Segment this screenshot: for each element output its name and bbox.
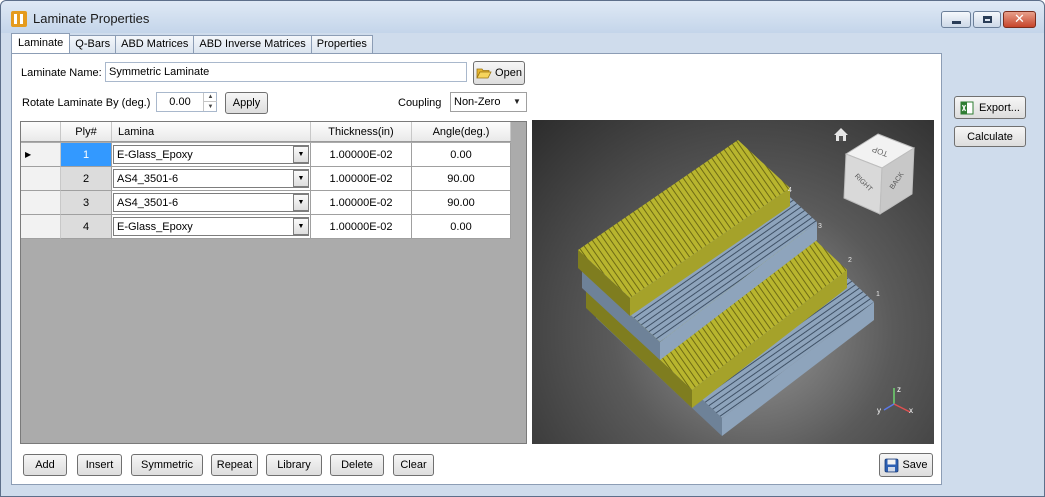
clear-button[interactable]: Clear bbox=[393, 454, 434, 476]
chevron-down-icon[interactable]: ▼ bbox=[293, 218, 309, 235]
laminate-name-label: Laminate Name: bbox=[21, 67, 102, 79]
tab-q-bars[interactable]: Q-Bars bbox=[69, 35, 117, 53]
delete-button[interactable]: Delete bbox=[330, 454, 384, 476]
minimize-icon bbox=[951, 20, 961, 24]
floppy-disk-icon bbox=[885, 458, 899, 472]
laminate-properties-window: Laminate Properties ✕ Laminate Q-Bars AB… bbox=[0, 0, 1045, 497]
add-button[interactable]: Add bbox=[23, 454, 67, 476]
ply-label-4: 4 bbox=[788, 187, 792, 194]
open-button-label: Open bbox=[495, 67, 522, 79]
axis-x-label: x bbox=[909, 406, 913, 415]
current-row-icon: ▶ bbox=[25, 150, 32, 159]
close-icon: ✕ bbox=[1014, 12, 1025, 27]
lamina-cell[interactable]: E-Glass_Epoxy ▼ bbox=[112, 143, 311, 167]
ply-label-3: 3 bbox=[818, 223, 822, 230]
calculate-button[interactable]: Calculate bbox=[954, 126, 1026, 147]
tab-abd-matrices[interactable]: ABD Matrices bbox=[115, 35, 195, 53]
app-icon bbox=[11, 11, 27, 27]
window-title: Laminate Properties bbox=[33, 11, 150, 26]
apply-button[interactable]: Apply bbox=[225, 92, 268, 114]
maximize-icon bbox=[982, 16, 992, 23]
table-row[interactable]: 3 AS4_3501-6 ▼ 1.00000E-02 90.00 bbox=[21, 191, 511, 215]
home-icon[interactable] bbox=[834, 128, 848, 141]
ply-number-cell[interactable]: 1 bbox=[61, 143, 112, 167]
library-button[interactable]: Library bbox=[266, 454, 322, 476]
maximize-button[interactable] bbox=[973, 11, 1001, 28]
lamina-value: E-Glass_Epoxy bbox=[117, 148, 193, 161]
table-row[interactable]: ▶ 1 E-Glass_Epoxy ▼ 1.00000E-02 0.00 bbox=[21, 143, 511, 167]
chevron-down-icon[interactable]: ▼ bbox=[293, 170, 309, 187]
spin-down-icon[interactable]: ▼ bbox=[204, 102, 217, 111]
lamina-value: E-Glass_Epoxy bbox=[117, 220, 193, 233]
angle-cell[interactable]: 90.00 bbox=[412, 191, 511, 215]
minimize-button[interactable] bbox=[941, 11, 971, 28]
laminate-3d-viewer[interactable]: 4 3 2 1 TOP RIGHT BACK z y x bbox=[532, 120, 934, 444]
thickness-cell[interactable]: 1.00000E-02 bbox=[311, 167, 412, 191]
ply-label-1: 1 bbox=[876, 291, 880, 298]
axis-y-label: y bbox=[877, 406, 881, 415]
export-button[interactable]: Export... bbox=[954, 96, 1026, 119]
symmetric-button[interactable]: Symmetric bbox=[131, 454, 203, 476]
close-button[interactable]: ✕ bbox=[1003, 11, 1036, 28]
grid-header: Ply# Lamina Thickness(in) Angle(deg.) bbox=[21, 122, 511, 142]
laminate-tab-panel: Laminate Name: Symmetric Laminate Open R… bbox=[11, 53, 942, 485]
lamina-cell[interactable]: AS4_3501-6 ▼ bbox=[112, 191, 311, 215]
rotate-laminate-label: Rotate Laminate By (deg.) bbox=[22, 97, 151, 109]
column-header-lamina[interactable]: Lamina bbox=[112, 122, 311, 141]
lamina-value: AS4_3501-6 bbox=[117, 172, 179, 185]
save-button[interactable]: Save bbox=[879, 453, 933, 477]
row-header-corner bbox=[21, 122, 61, 141]
axis-z-label: z bbox=[897, 385, 901, 394]
save-button-label: Save bbox=[902, 459, 928, 471]
column-header-angle[interactable]: Angle(deg.) bbox=[412, 122, 511, 141]
laminate-3d-render: 4 3 2 1 TOP RIGHT BACK z y x bbox=[578, 128, 916, 436]
tab-strip: Laminate Q-Bars ABD Matrices ABD Inverse… bbox=[11, 33, 373, 53]
column-header-ply[interactable]: Ply# bbox=[61, 122, 112, 141]
chevron-down-icon[interactable]: ▼ bbox=[293, 194, 309, 211]
coupling-label: Coupling bbox=[398, 97, 442, 109]
repeat-button[interactable]: Repeat bbox=[211, 454, 258, 476]
view-cube[interactable]: TOP RIGHT BACK bbox=[843, 133, 916, 215]
thickness-cell[interactable]: 1.00000E-02 bbox=[311, 191, 412, 215]
table-row[interactable]: 4 E-Glass_Epoxy ▼ 1.00000E-02 0.00 bbox=[21, 215, 511, 239]
ply-number-cell[interactable]: 2 bbox=[61, 167, 112, 191]
rotate-angle-stepper[interactable]: 0.00 ▲ ▼ bbox=[156, 92, 217, 112]
chevron-down-icon[interactable]: ▼ bbox=[293, 146, 309, 163]
chevron-down-icon: ▼ bbox=[513, 97, 521, 106]
column-header-thickness[interactable]: Thickness(in) bbox=[311, 122, 412, 141]
coupling-select[interactable]: Non-Zero ▼ bbox=[450, 92, 527, 112]
folder-open-icon bbox=[476, 68, 492, 79]
title-bar: Laminate Properties ✕ bbox=[1, 1, 1044, 33]
excel-icon bbox=[960, 101, 974, 114]
ply-number-cell[interactable]: 3 bbox=[61, 191, 112, 215]
export-button-label: Export... bbox=[979, 101, 1020, 114]
thickness-cell[interactable]: 1.00000E-02 bbox=[311, 215, 412, 239]
ply-label-2: 2 bbox=[848, 257, 852, 264]
rotate-angle-value: 0.00 bbox=[169, 96, 191, 108]
thickness-cell[interactable]: 1.00000E-02 bbox=[311, 143, 412, 167]
angle-cell[interactable]: 0.00 bbox=[412, 215, 511, 239]
table-row[interactable]: 2 AS4_3501-6 ▼ 1.00000E-02 90.00 bbox=[21, 167, 511, 191]
lamina-cell[interactable]: E-Glass_Epoxy ▼ bbox=[112, 215, 311, 239]
ply-number-cell[interactable]: 4 bbox=[61, 215, 112, 239]
ply-grid: Ply# Lamina Thickness(in) Angle(deg.) ▶ … bbox=[20, 121, 527, 444]
insert-button[interactable]: Insert bbox=[77, 454, 122, 476]
open-button[interactable]: Open bbox=[473, 61, 525, 85]
angle-cell[interactable]: 0.00 bbox=[412, 143, 511, 167]
tab-properties[interactable]: Properties bbox=[310, 35, 373, 53]
angle-cell[interactable]: 90.00 bbox=[412, 167, 511, 191]
tab-laminate[interactable]: Laminate bbox=[11, 33, 71, 53]
tab-abd-inverse-matrices[interactable]: ABD Inverse Matrices bbox=[193, 35, 312, 53]
lamina-value: AS4_3501-6 bbox=[117, 196, 179, 209]
coupling-value: Non-Zero bbox=[454, 96, 501, 108]
lamina-cell[interactable]: AS4_3501-6 ▼ bbox=[112, 167, 311, 191]
axis-triad-icon: z y x bbox=[877, 385, 913, 415]
laminate-name-input[interactable]: Symmetric Laminate bbox=[105, 62, 467, 82]
